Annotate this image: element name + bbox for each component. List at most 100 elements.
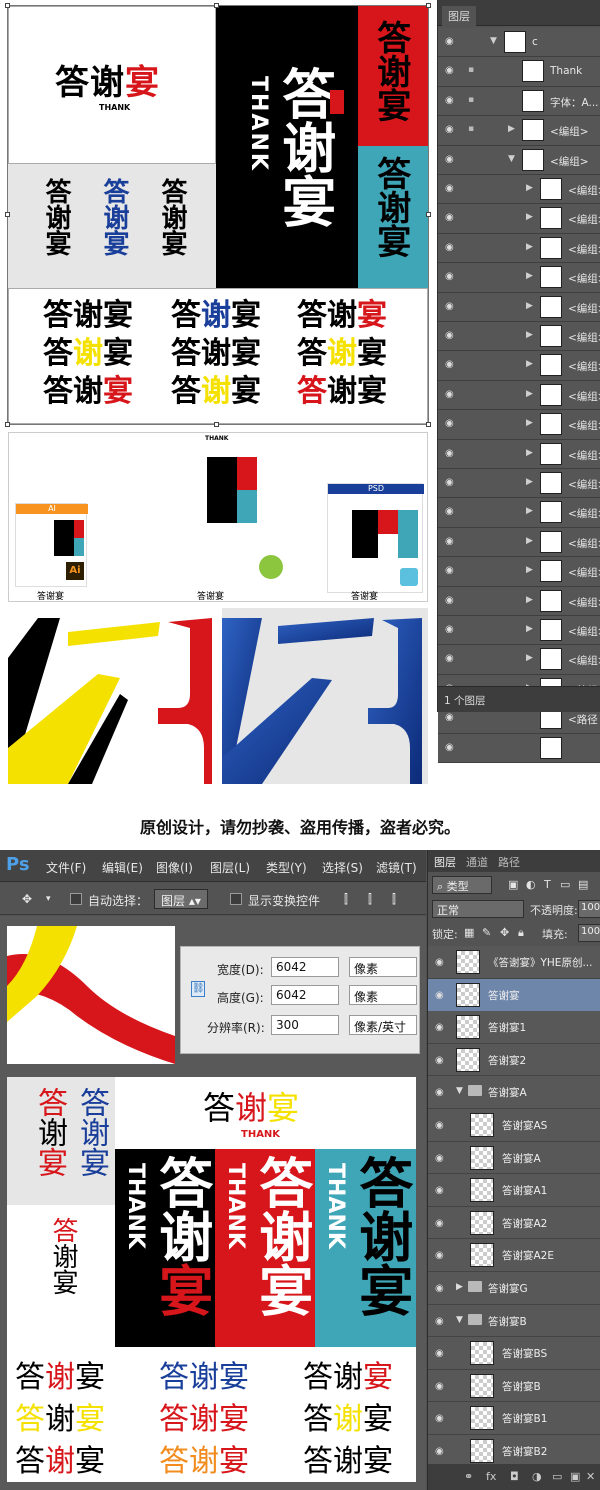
layer-row[interactable]: ◉ ▶ <编组> <box>438 498 600 528</box>
eye-icon[interactable]: ◉ <box>435 1381 444 1392</box>
layer-filter-select[interactable]: ⌕ 类型 <box>432 876 492 894</box>
layer-row[interactable]: ◉ ▶ <编组> <box>438 351 600 381</box>
tab-layers[interactable]: 图层 <box>434 854 456 870</box>
eye-icon[interactable]: ◉ <box>445 272 459 282</box>
eye-icon[interactable]: ◉ <box>445 184 459 194</box>
eye-icon[interactable]: ◉ <box>435 1283 444 1294</box>
expand-closed-icon[interactable]: ▶ <box>526 506 533 516</box>
layer-row[interactable]: ◉ 答谢宴A <box>428 1141 600 1175</box>
lock-all-icon[interactable]: 🔒︎ <box>518 926 524 940</box>
menu-file[interactable]: 文件(F) <box>46 859 86 876</box>
filter-pixel-icon[interactable]: ▣ <box>508 878 518 891</box>
eye-icon[interactable]: ◉ <box>435 1087 444 1098</box>
eye-icon[interactable]: ◉ <box>435 1446 444 1457</box>
expand-closed-icon[interactable]: ▶ <box>526 624 533 634</box>
layer-row[interactable]: ◉ ▶ <编组> <box>438 410 600 440</box>
eye-icon[interactable]: ◉ <box>445 213 459 223</box>
adjustment-icon[interactable]: ◑ <box>532 1470 542 1483</box>
layer-row[interactable]: ◉ ▶ <编组> <box>438 586 600 616</box>
eye-icon[interactable]: ◉ <box>445 478 459 488</box>
eye-icon[interactable]: ◉ <box>445 37 459 47</box>
layer-row[interactable]: ◉ 答谢宴A1 <box>428 1174 600 1207</box>
layer-row[interactable]: ◉ ▼ <编组> <box>438 145 600 175</box>
expand-closed-icon[interactable]: ▶ <box>526 212 533 222</box>
layer-row[interactable]: ◉ 答谢宴A2 <box>428 1206 600 1240</box>
layer-row[interactable]: ◉ 答谢宴B2 <box>428 1435 600 1468</box>
layer-row[interactable]: ◉ ▼ 答谢宴A <box>428 1076 600 1109</box>
expand-closed-icon[interactable]: ▶ <box>526 595 533 605</box>
eye-icon[interactable]: ◉ <box>435 1250 444 1261</box>
height-input[interactable]: 6042 <box>271 985 339 1005</box>
menu-edit[interactable]: 编辑(E) <box>102 859 143 876</box>
layer-row[interactable]: ◉ ▪ ▶ <编组> <box>438 116 600 146</box>
eye-icon[interactable]: ◉ <box>445 742 459 753</box>
filter-adjust-icon[interactable]: ◐ <box>526 878 536 891</box>
move-tool-icon[interactable]: ✥ <box>22 892 32 906</box>
filter-type-icon[interactable]: T <box>544 878 551 891</box>
layer-row[interactable]: ◉ 答谢宴B1 <box>428 1402 600 1435</box>
expand-closed-icon[interactable]: ▶ <box>508 124 515 134</box>
blend-mode-select[interactable]: 正常 <box>432 900 524 918</box>
auto-select-checkbox[interactable] <box>70 893 82 905</box>
eye-icon[interactable]: ◉ <box>445 507 459 517</box>
eye-icon[interactable]: ◉ <box>445 654 459 664</box>
layer-row[interactable]: ◉ ▶ <编组> <box>438 557 600 587</box>
width-unit-select[interactable]: 像素 <box>349 957 417 977</box>
align-bottom-icon[interactable]: ⫿ <box>392 892 396 907</box>
fill-input[interactable]: 100% <box>578 924 600 942</box>
expand-closed-icon[interactable]: ▶ <box>526 301 533 311</box>
transform-handle[interactable] <box>214 3 219 8</box>
transform-handle[interactable] <box>214 422 219 427</box>
eye-icon[interactable]: ◉ <box>445 242 459 253</box>
eye-icon[interactable]: ◉ <box>435 1218 444 1229</box>
opacity-input[interactable]: 100% <box>578 900 600 918</box>
expand-closed-icon[interactable]: ▶ <box>526 330 533 340</box>
layer-row[interactable]: ◉ ▶ <编组> <box>438 527 600 558</box>
eye-icon[interactable]: ◉ <box>435 1022 444 1033</box>
layer-row[interactable]: ◉ ▶ <编组> <box>438 322 600 352</box>
expand-closed-icon[interactable]: ▶ <box>526 418 533 428</box>
mask-icon[interactable]: ◘ <box>510 1470 519 1483</box>
lock-icon[interactable]: ▪ <box>468 65 474 75</box>
eye-icon[interactable]: ◉ <box>445 419 459 429</box>
layer-row[interactable]: ◉ ▪ Thank <box>438 57 600 87</box>
expand-closed-icon[interactable]: ▶ <box>456 1282 463 1292</box>
expand-closed-icon[interactable]: ▶ <box>526 183 533 193</box>
eye-icon[interactable]: ◉ <box>445 595 459 606</box>
layer-row[interactable]: ◉ ▶ <编组> <box>438 263 600 293</box>
filter-shape-icon[interactable]: ▭ <box>560 878 570 891</box>
lock-move-icon[interactable]: ✥ <box>500 926 509 939</box>
link-icon[interactable]: ⚭ <box>464 1470 473 1483</box>
expand-open-icon[interactable]: ▼ <box>508 154 515 164</box>
expand-open-icon[interactable]: ▼ <box>490 36 497 46</box>
layer-row[interactable]: ◉ 《答谢宴》YHE原创... <box>428 946 600 979</box>
layer-row[interactable]: ◉ ▶ <编组> <box>438 616 600 646</box>
align-middle-icon[interactable]: ⫿ <box>368 892 372 907</box>
layer-row[interactable]: ◉ 答谢宴AS <box>428 1109 600 1142</box>
constrain-link-icon[interactable]: ⛓ <box>191 981 205 997</box>
align-top-icon[interactable]: ⫿ <box>344 892 348 907</box>
eye-icon[interactable]: ◉ <box>435 1153 444 1164</box>
transform-handle[interactable] <box>426 422 431 427</box>
eye-icon[interactable]: ◉ <box>445 713 459 723</box>
menu-image[interactable]: 图像(I) <box>156 859 193 876</box>
eye-icon[interactable]: ◉ <box>445 625 459 635</box>
layer-row[interactable]: ◉ 答谢宴B <box>428 1369 600 1403</box>
layer-row[interactable]: ◉ ▶ <编组> <box>438 439 600 469</box>
show-transform-checkbox[interactable] <box>230 893 242 905</box>
expand-closed-icon[interactable]: ▶ <box>526 536 533 546</box>
eye-icon[interactable]: ◉ <box>445 389 459 400</box>
eye-icon[interactable]: ◉ <box>445 566 459 576</box>
auto-select-dropdown[interactable]: 图层 ▴▾ <box>154 889 208 909</box>
expand-closed-icon[interactable]: ▶ <box>526 389 533 399</box>
fx-icon[interactable]: fx <box>486 1470 496 1483</box>
new-group-icon[interactable]: ▭ <box>552 1470 562 1483</box>
expand-open-icon[interactable]: ▼ <box>456 1086 463 1096</box>
tab-layers[interactable]: 图层 <box>442 6 476 26</box>
trash-icon[interactable]: ✕ <box>586 1470 595 1483</box>
tab-channels[interactable]: 通道 <box>466 854 488 870</box>
layer-row[interactable]: ◉ 答谢宴1 <box>428 1011 600 1044</box>
transform-handle[interactable] <box>5 212 10 217</box>
expand-closed-icon[interactable]: ▶ <box>526 448 533 458</box>
new-layer-icon[interactable]: ▣ <box>570 1470 580 1483</box>
